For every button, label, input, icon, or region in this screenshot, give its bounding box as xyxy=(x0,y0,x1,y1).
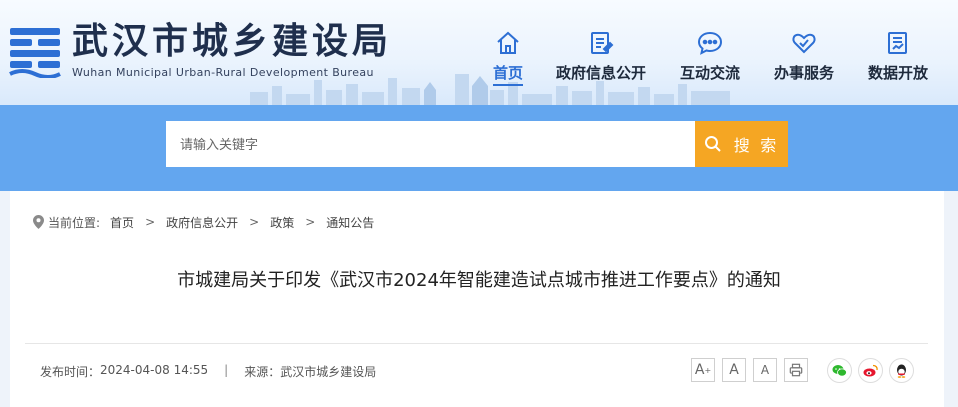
location-pin-icon xyxy=(33,215,44,229)
search-button-label: 搜 索 xyxy=(733,138,780,155)
print-icon xyxy=(789,363,803,377)
nav-gov-info[interactable]: 政府信息公开 xyxy=(553,30,649,86)
breadcrumb-separator: > xyxy=(249,215,260,229)
search-icon xyxy=(704,136,721,152)
article-title: 市城建局关于印发《武汉市2024年智能建造试点城市推进工作要点》的通知 xyxy=(177,270,781,291)
qq-icon xyxy=(897,364,906,378)
search-button[interactable]: 搜 索 xyxy=(695,121,788,167)
breadcrumb: 当前位置: 首页 > 政府信息公开 > 政策 > 通知公告 xyxy=(33,214,374,230)
publish-time-label: 发布时间： xyxy=(40,365,101,379)
font-size-medium-button[interactable]: A xyxy=(722,358,746,382)
breadcrumb-separator: > xyxy=(145,215,156,229)
title-divider xyxy=(25,343,928,344)
source-label: 来源： xyxy=(244,365,281,379)
font-small-glyph: A xyxy=(760,363,770,377)
site-title: 武汉市城乡建设局 xyxy=(72,21,393,62)
breadcrumb-prefix: 当前位置: xyxy=(48,215,101,230)
nav-home[interactable]: 首页 xyxy=(489,30,527,86)
print-button[interactable] xyxy=(784,358,808,382)
nav-services-label: 办事服务 xyxy=(773,64,834,82)
weibo-icon xyxy=(863,364,878,377)
font-large-glyph: A xyxy=(694,362,705,378)
nav-open-data[interactable]: 数据开放 xyxy=(865,30,931,86)
font-large-plus: + xyxy=(704,365,712,375)
breadcrumb-home[interactable]: 首页 xyxy=(110,214,134,231)
share-wechat-button[interactable] xyxy=(827,358,852,383)
nav-interaction[interactable]: 互动交流 xyxy=(677,30,743,86)
site-subtitle: Wuhan Municipal Urban-Rural Development … xyxy=(72,66,374,79)
data-doc-icon xyxy=(888,32,907,54)
wechat-icon xyxy=(832,365,847,377)
publish-time: 2024-04-08 14:55 xyxy=(100,363,209,377)
breadcrumb-separator: > xyxy=(305,215,316,229)
home-icon xyxy=(497,31,519,54)
document-icon xyxy=(591,32,614,54)
nav-services[interactable]: 办事服务 xyxy=(771,30,837,86)
share-qq-button[interactable] xyxy=(889,358,914,383)
meta-separator: | xyxy=(224,363,229,377)
site-header: 武汉市城乡建设局 Wuhan Municipal Urban-Rural Dev… xyxy=(0,0,958,105)
bureau-logo-icon xyxy=(9,28,61,78)
chat-icon xyxy=(697,31,723,55)
heart-hand-icon xyxy=(792,33,816,54)
search-input[interactable] xyxy=(166,121,695,167)
font-medium-glyph: A xyxy=(729,362,739,378)
breadcrumb-policy[interactable]: 政策 xyxy=(270,214,294,231)
article-meta: 发布时间： 2024-04-08 14:55 | 来源： 武汉市城乡建设局 xyxy=(40,363,376,380)
breadcrumb-gov-info[interactable]: 政府信息公开 xyxy=(166,214,238,231)
share-weibo-button[interactable] xyxy=(858,358,883,383)
breadcrumb-notices[interactable]: 通知公告 xyxy=(326,214,374,231)
nav-gov-info-label: 政府信息公开 xyxy=(555,64,646,82)
nav-home-label: 首页 xyxy=(492,64,523,82)
font-size-large-button[interactable]: A + xyxy=(691,358,715,382)
nav-open-data-label: 数据开放 xyxy=(867,64,928,82)
font-size-small-button[interactable]: A xyxy=(753,358,777,382)
nav-interaction-label: 互动交流 xyxy=(679,64,740,82)
article-source: 武汉市城乡建设局 xyxy=(280,365,377,379)
